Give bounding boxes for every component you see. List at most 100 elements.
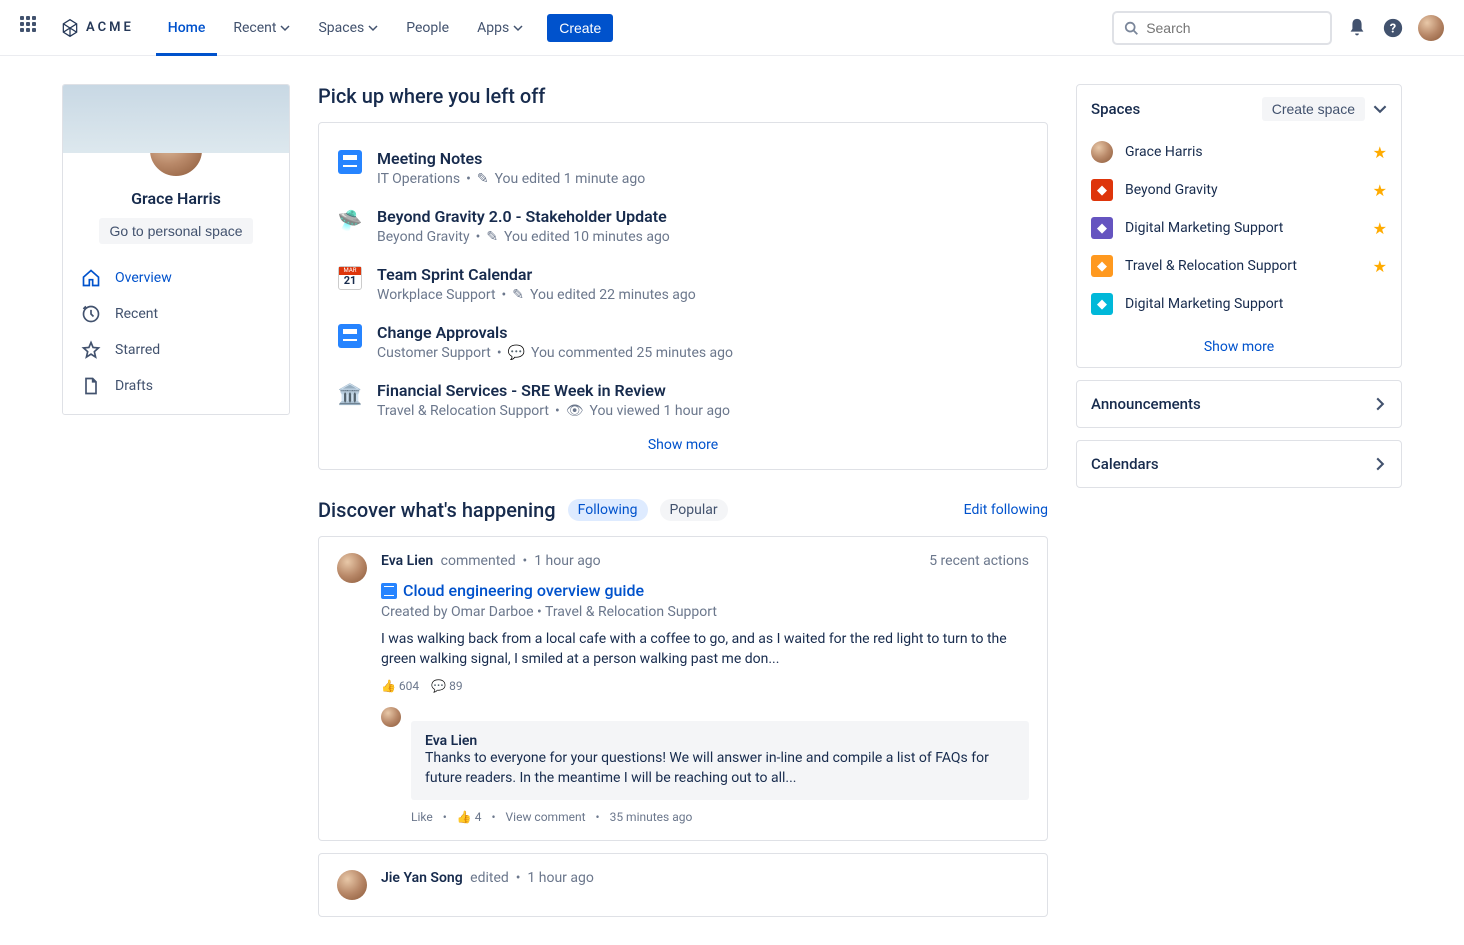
recent-item[interactable]: MAR21 Team Sprint Calendar Workplace Suppo… <box>337 255 1029 313</box>
recent-meta: Customer Support•💬You commented 25 minut… <box>377 345 733 361</box>
nav-recent[interactable]: Recent <box>221 0 302 56</box>
spaces-show-more[interactable]: Show more <box>1077 331 1401 367</box>
comment-like-button[interactable]: Like <box>411 810 433 824</box>
feed-author-avatar[interactable] <box>337 553 367 583</box>
announcements-panel[interactable]: Announcements <box>1076 380 1402 428</box>
notifications-icon[interactable] <box>1346 17 1368 39</box>
edit-following-link[interactable]: Edit following <box>964 502 1048 518</box>
feed-author[interactable]: Jie Yan Song <box>381 870 463 886</box>
comment-avatar[interactable] <box>381 707 401 727</box>
space-item[interactable]: ◆Travel & Relocation Support★ <box>1091 247 1387 285</box>
doc-icon <box>338 150 362 174</box>
feed-excerpt: I was walking back from a local cafe wit… <box>381 630 1029 669</box>
personal-space-button[interactable]: Go to personal space <box>99 218 252 244</box>
spaces-panel: Spaces Create space Grace Harris ★ ◆ Beyond… <box>1076 84 1402 368</box>
star-icon[interactable]: ★ <box>1373 143 1387 162</box>
create-button[interactable]: Create <box>547 14 613 42</box>
comment-box: Eva Lien Thanks to everyone for your que… <box>411 721 1029 800</box>
profile-name: Grace Harris <box>63 189 289 208</box>
feed-author-avatar[interactable] <box>337 870 367 900</box>
space-avatar <box>1091 141 1113 163</box>
doc-icon <box>338 324 362 348</box>
star-icon[interactable]: ★ <box>1373 219 1387 238</box>
space-name: Beyond Gravity <box>1125 182 1361 198</box>
recent-item[interactable]: Meeting Notes IT Operations•✎You edited 1… <box>337 139 1029 197</box>
recent-item[interactable]: Change Approvals Customer Support•💬You co… <box>337 313 1029 371</box>
recent-meta: Beyond Gravity•✎You edited 10 minutes ag… <box>377 229 670 245</box>
space-item[interactable]: ◆Digital Marketing Support★ <box>1091 209 1387 247</box>
app-switcher-icon[interactable] <box>20 16 44 40</box>
sidenav-overview[interactable]: Overview <box>71 260 281 296</box>
search-icon <box>1124 20 1138 36</box>
discover-title: Discover what's happening <box>318 498 556 522</box>
search-input[interactable] <box>1146 20 1320 36</box>
recent-title[interactable]: Team Sprint Calendar <box>377 265 696 284</box>
emoji-icon: 🛸 <box>338 208 363 232</box>
clock-icon <box>81 304 101 324</box>
feed-doc-link[interactable]: Cloud engineering overview guide <box>381 581 1029 600</box>
topbar: ACME Home Recent Spaces People Apps Crea… <box>0 0 1464 56</box>
space-icon: ◆ <box>1091 217 1113 239</box>
pickup-title: Pick up where you left off <box>318 84 1048 108</box>
chevron-right-icon <box>1373 397 1387 411</box>
spaces-panel-title: Spaces <box>1091 100 1140 118</box>
recent-item[interactable]: 🏛️ Financial Services - SRE Week in Revie… <box>337 371 1029 429</box>
recent-title[interactable]: Financial Services - SRE Week in Review <box>377 381 730 400</box>
recent-card: Meeting Notes IT Operations•✎You edited 1… <box>318 122 1048 470</box>
calendars-panel[interactable]: Calendars <box>1076 440 1402 488</box>
recent-title[interactable]: Beyond Gravity 2.0 - Stakeholder Update <box>377 207 670 226</box>
recent-meta: Workplace Support•✎You edited 22 minutes… <box>377 287 696 303</box>
comment-count[interactable]: 💬 89 <box>431 679 462 693</box>
space-item[interactable]: ◆ Digital Marketing Support <box>1091 285 1387 323</box>
space-icon: ◆ <box>1091 293 1113 315</box>
draft-icon <box>81 376 101 396</box>
user-avatar[interactable] <box>1418 15 1444 41</box>
star-icon[interactable]: ★ <box>1373 257 1387 276</box>
comment-like-count[interactable]: 👍 4 <box>457 810 482 824</box>
nav-apps[interactable]: Apps <box>465 0 535 56</box>
recent-show-more[interactable]: Show more <box>337 429 1029 453</box>
recent-title[interactable]: Meeting Notes <box>377 149 645 168</box>
recent-item[interactable]: 🛸 Beyond Gravity 2.0 - Stakeholder Update… <box>337 197 1029 255</box>
space-item[interactable]: ◆ Beyond Gravity ★ <box>1091 171 1387 209</box>
logo[interactable]: ACME <box>60 18 134 38</box>
recent-title[interactable]: Change Approvals <box>377 323 733 342</box>
nav-home[interactable]: Home <box>156 0 218 56</box>
star-icon[interactable]: ★ <box>1373 181 1387 200</box>
chevron-down-icon[interactable] <box>1373 102 1387 116</box>
logo-icon <box>60 18 80 38</box>
space-icon: ◆ <box>1091 179 1113 201</box>
comment-text: Thanks to everyone for your questions! W… <box>425 749 1015 788</box>
nav-spaces[interactable]: Spaces <box>306 0 390 56</box>
chevron-down-icon <box>513 23 523 33</box>
sidenav-drafts[interactable]: Drafts <box>71 368 281 404</box>
feed-recent-actions[interactable]: 5 recent actions <box>929 553 1029 569</box>
search-box[interactable] <box>1112 11 1332 45</box>
space-name: Grace Harris <box>1125 144 1361 160</box>
space-item[interactable]: Grace Harris ★ <box>1091 133 1387 171</box>
feed-author[interactable]: Eva Lien <box>381 553 433 569</box>
comment-author[interactable]: Eva Lien <box>425 733 1015 749</box>
sidenav-starred[interactable]: Starred <box>71 332 281 368</box>
emoji-icon: 🏛️ <box>338 382 363 406</box>
calendar-icon: MAR21 <box>338 266 362 290</box>
profile-card: Grace Harris Go to personal space Overvi… <box>62 84 290 415</box>
svg-text:?: ? <box>1390 21 1396 36</box>
view-comment-link[interactable]: View comment <box>506 810 586 824</box>
recent-meta: IT Operations•✎You edited 1 minute ago <box>377 171 645 187</box>
comment-time: 35 minutes ago <box>610 810 693 824</box>
create-space-button[interactable]: Create space <box>1262 97 1365 121</box>
chevron-down-icon <box>368 23 378 33</box>
sidenav-recent[interactable]: Recent <box>71 296 281 332</box>
like-count[interactable]: 👍 604 <box>381 679 419 693</box>
help-icon[interactable]: ? <box>1382 17 1404 39</box>
tab-following[interactable]: Following <box>568 499 648 521</box>
space-name: Digital Marketing Support <box>1125 296 1387 312</box>
feed-doc-meta: Created by Omar Darboe • Travel & Reloca… <box>381 604 1029 620</box>
home-icon <box>81 268 101 288</box>
tab-popular[interactable]: Popular <box>660 499 728 521</box>
doc-icon <box>381 583 397 599</box>
star-icon <box>81 340 101 360</box>
nav-people[interactable]: People <box>394 0 461 56</box>
profile-banner <box>63 85 289 153</box>
